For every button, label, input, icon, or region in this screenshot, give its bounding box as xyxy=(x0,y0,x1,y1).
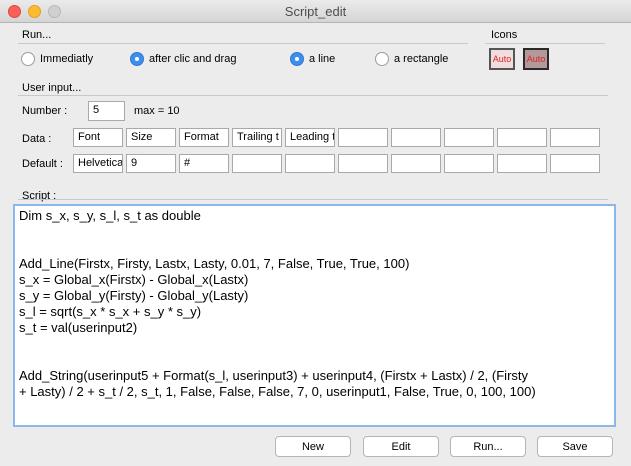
icons-section-label: Icons xyxy=(491,29,518,41)
script-divider xyxy=(18,199,608,200)
data-field-7[interactable] xyxy=(391,128,441,147)
data-field-4[interactable]: Trailing t xyxy=(232,128,282,147)
script-line: s_y = Global_y(Firsty) - Global_y(Lasty) xyxy=(19,288,249,303)
default-field-8[interactable] xyxy=(444,154,494,173)
data-field-5[interactable]: Leading t xyxy=(285,128,335,147)
default-field-10[interactable] xyxy=(550,154,600,173)
run-divider xyxy=(18,43,468,44)
number-input[interactable]: 5 xyxy=(88,101,125,121)
default-field-4[interactable] xyxy=(232,154,282,173)
radio-immediately-label[interactable]: Immediatly xyxy=(40,53,93,65)
default-field-9[interactable] xyxy=(497,154,547,173)
script-line: Add_Line(Firstx, Firsty, Lastx, Lasty, 0… xyxy=(19,256,410,271)
run-button[interactable]: Run... xyxy=(450,436,526,457)
title-bar: Script_edit xyxy=(0,0,631,23)
data-label: Data : xyxy=(22,133,52,145)
auto-icon-button-1[interactable]: Auto xyxy=(489,48,515,70)
radio-a-rectangle[interactable] xyxy=(375,52,389,66)
default-field-7[interactable] xyxy=(391,154,441,173)
data-field-9[interactable] xyxy=(497,128,547,147)
radio-a-rectangle-label[interactable]: a rectangle xyxy=(394,53,448,65)
data-field-6[interactable] xyxy=(338,128,388,147)
default-field-2[interactable]: 9 xyxy=(126,154,176,173)
default-field-6[interactable] xyxy=(338,154,388,173)
script-line: Add_String(userinput5 + Format(s_l, user… xyxy=(19,368,529,383)
user-input-section-label: User input... xyxy=(22,82,82,94)
data-field-1[interactable]: Font xyxy=(73,128,123,147)
number-label: Number : xyxy=(22,105,68,117)
script-line: s_x = Global_x(Firstx) - Global_x(Lastx) xyxy=(19,272,249,287)
data-field-3[interactable]: Format xyxy=(179,128,229,147)
radio-a-line[interactable] xyxy=(290,52,304,66)
default-field-1[interactable]: Helvetica xyxy=(73,154,123,173)
script-line xyxy=(19,240,610,256)
script-line xyxy=(19,352,610,368)
script-line: + Lasty) / 2 + s_t / 2, s_t, 1, False, F… xyxy=(19,384,536,399)
default-field-5[interactable] xyxy=(285,154,335,173)
script-line: Dim s_x, s_y, s_l, s_t as double xyxy=(19,208,201,223)
script-line: s_l = sqrt(s_x * s_x + s_y * s_y) xyxy=(19,304,202,319)
auto-icon-button-2[interactable]: Auto xyxy=(523,48,549,70)
radio-after-clic-and-drag-label[interactable]: after clic and drag xyxy=(149,53,236,65)
radio-after-clic-and-drag[interactable] xyxy=(130,52,144,66)
run-section-label: Run... xyxy=(22,29,52,41)
script-editor[interactable]: Dim s_x, s_y, s_l, s_t as double Add_Lin… xyxy=(13,204,616,427)
data-field-10[interactable] xyxy=(550,128,600,147)
script-section-label: Script : xyxy=(22,190,57,202)
radio-a-line-label[interactable]: a line xyxy=(309,53,335,65)
max-label: max = 10 xyxy=(134,105,180,117)
icons-divider xyxy=(485,43,605,44)
script-line: s_t = val(userinput2) xyxy=(19,320,138,335)
data-field-8[interactable] xyxy=(444,128,494,147)
edit-button[interactable]: Edit xyxy=(363,436,439,457)
user-input-divider xyxy=(18,95,608,96)
new-button[interactable]: New xyxy=(275,436,351,457)
script-line xyxy=(19,224,610,240)
save-button[interactable]: Save xyxy=(537,436,613,457)
radio-immediately[interactable] xyxy=(21,52,35,66)
default-field-3[interactable]: # xyxy=(179,154,229,173)
script-line xyxy=(19,336,610,352)
window-title: Script_edit xyxy=(284,4,347,19)
default-label: Default : xyxy=(22,158,63,170)
data-field-2[interactable]: Size xyxy=(126,128,176,147)
